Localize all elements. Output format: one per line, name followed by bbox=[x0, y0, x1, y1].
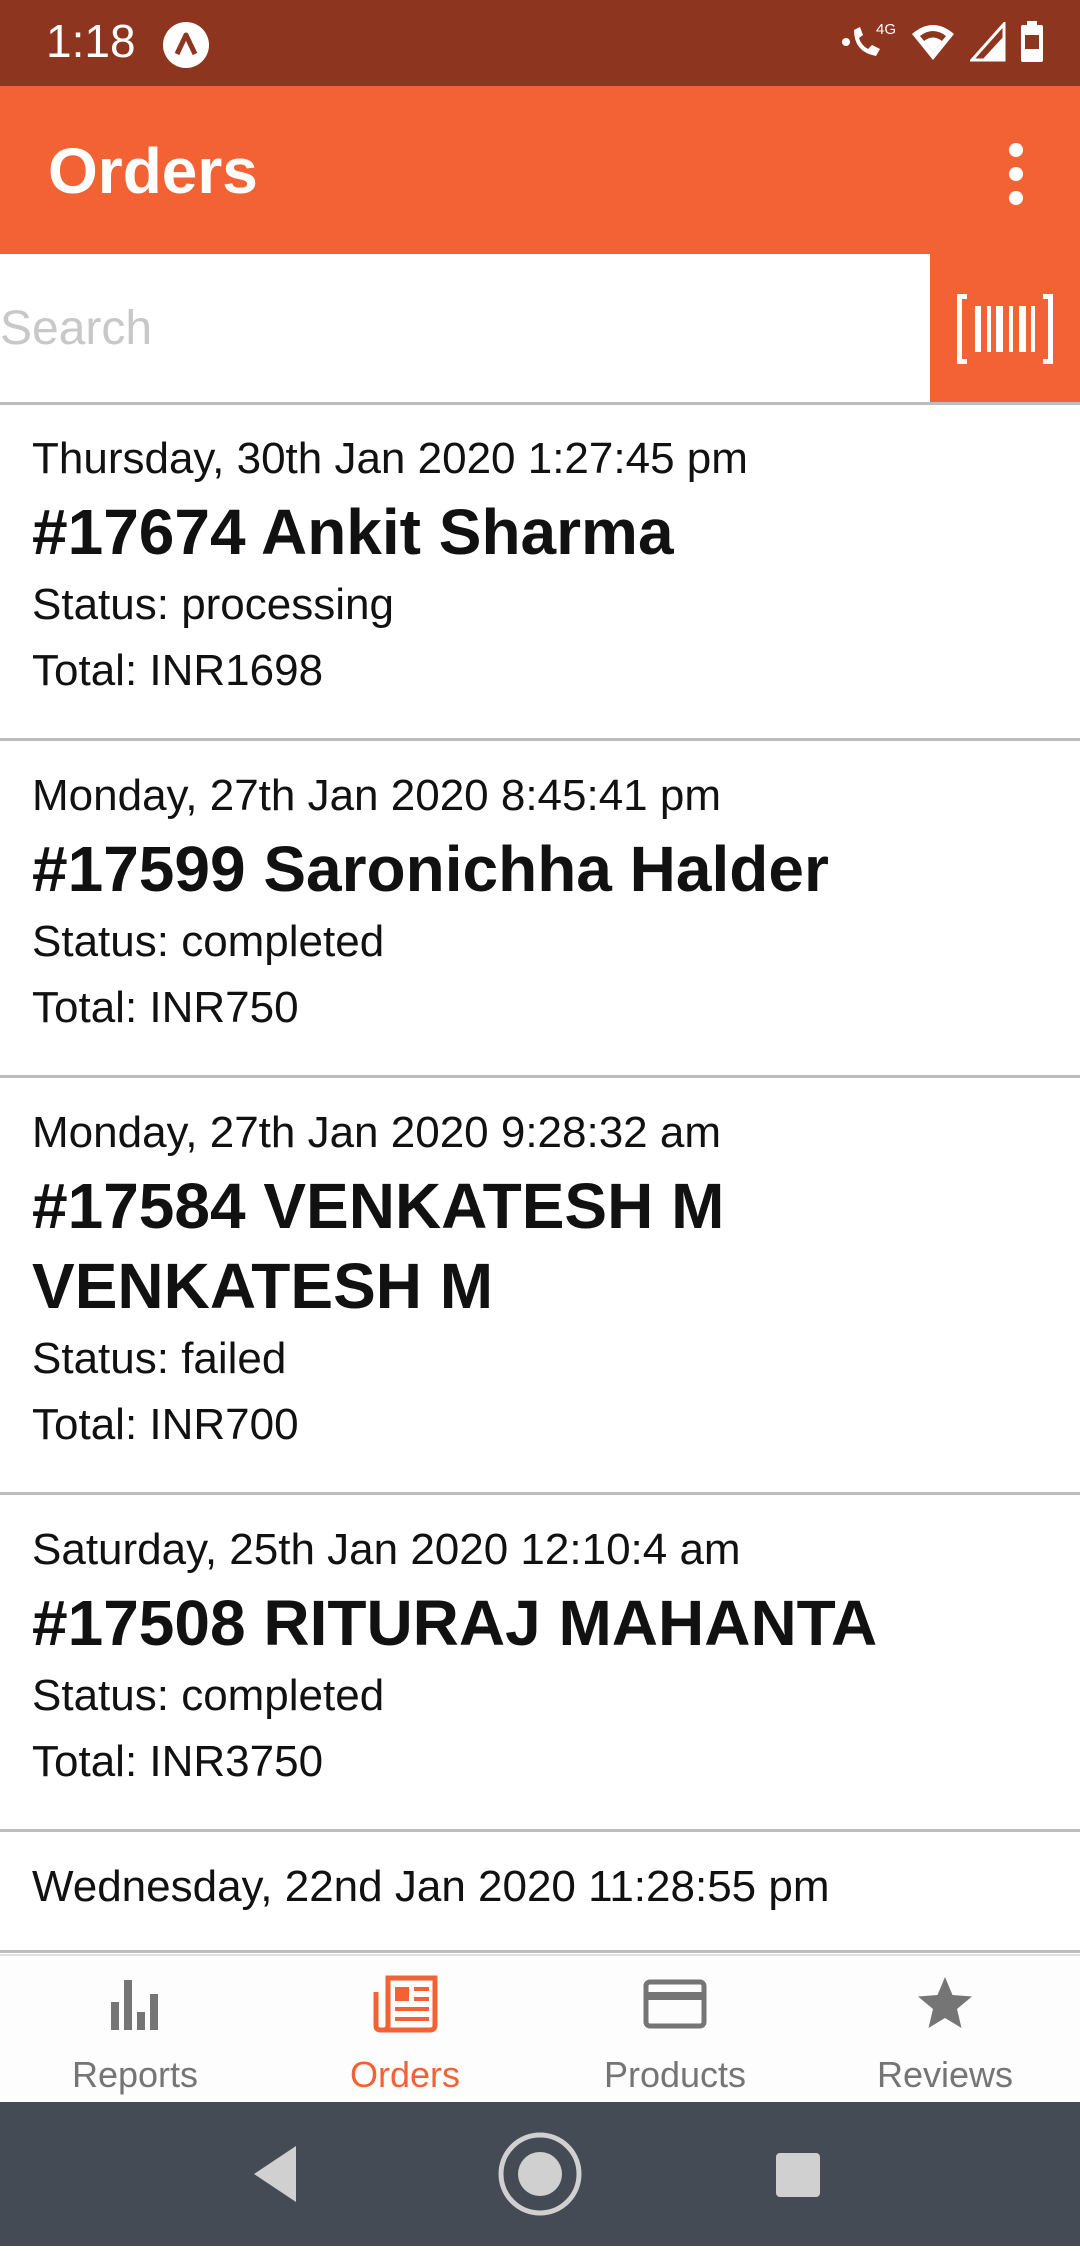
order-item[interactable]: Saturday, 25th Jan 2020 12:10:4 am #1750… bbox=[0, 1495, 1080, 1832]
order-total: Total: INR700 bbox=[32, 1400, 299, 1449]
search-input[interactable] bbox=[0, 254, 930, 402]
order-status: Status: failed bbox=[32, 1334, 287, 1383]
order-title: #17508 RITURAJ MAHANTA bbox=[32, 1587, 878, 1659]
order-item[interactable]: Wednesday, 22nd Jan 2020 11:28:55 pm bbox=[0, 1832, 1080, 1953]
order-total: Total: INR1698 bbox=[32, 646, 324, 695]
recents-icon[interactable] bbox=[776, 2153, 820, 2197]
order-status: Status: completed bbox=[32, 917, 385, 966]
nav-label: Reviews bbox=[876, 2054, 1014, 2095]
overflow-menu-icon[interactable] bbox=[976, 134, 1056, 214]
barcode-icon bbox=[957, 294, 1053, 364]
barcode-scan-button[interactable] bbox=[930, 254, 1080, 402]
nav-reports[interactable]: Reports bbox=[0, 1956, 270, 2104]
order-date: Monday, 27th Jan 2020 9:28:32 am bbox=[32, 1108, 722, 1157]
back-icon[interactable] bbox=[254, 2146, 296, 2202]
order-total: Total: INR3750 bbox=[32, 1737, 324, 1786]
nav-products[interactable]: Products bbox=[540, 1956, 810, 2104]
nav-label: Reports bbox=[71, 2054, 199, 2095]
order-list: Thursday, 30th Jan 2020 1:27:45 pm #1767… bbox=[0, 404, 1080, 1954]
order-item[interactable]: Thursday, 30th Jan 2020 1:27:45 pm #1767… bbox=[0, 404, 1080, 741]
orders-icon bbox=[373, 1975, 438, 2033]
system-navigation-bar bbox=[0, 2102, 1080, 2246]
order-date: Wednesday, 22nd Jan 2020 11:28:55 pm bbox=[32, 1862, 830, 1911]
page-title: Orders bbox=[48, 135, 258, 207]
signal-icon bbox=[968, 19, 1006, 67]
order-title: #17584 VENKATESH M VENKATESH M bbox=[32, 1170, 725, 1322]
order-date: Saturday, 25th Jan 2020 12:10:4 am bbox=[32, 1525, 741, 1574]
wifi-call-icon: 4G bbox=[840, 20, 896, 69]
nav-label: Products bbox=[603, 2054, 747, 2095]
order-date: Monday, 27th Jan 2020 8:45:41 pm bbox=[32, 771, 722, 820]
order-status: Status: completed bbox=[32, 1671, 385, 1720]
status-bar: 1:18 4G bbox=[0, 0, 1080, 86]
nav-reviews[interactable]: Reviews bbox=[810, 1956, 1080, 2104]
order-item[interactable]: Monday, 27th Jan 2020 8:45:41 pm #17599 … bbox=[0, 741, 1080, 1078]
star-icon bbox=[918, 1977, 972, 2028]
app-notification-icon bbox=[163, 22, 209, 68]
card-icon bbox=[643, 1979, 707, 2029]
nav-label: Orders bbox=[349, 2054, 461, 2095]
system-icons: 4G bbox=[840, 18, 1044, 70]
app-bar: Orders bbox=[0, 86, 1080, 254]
bottom-navigation: Reports Orders Products Reviews bbox=[0, 1954, 1080, 2104]
order-date: Thursday, 30th Jan 2020 1:27:45 pm bbox=[32, 434, 748, 483]
home-icon[interactable] bbox=[498, 2132, 582, 2216]
nav-orders[interactable]: Orders bbox=[270, 1956, 540, 2104]
wifi-icon bbox=[910, 22, 956, 67]
bar-chart-icon bbox=[111, 1980, 158, 2030]
search-bar bbox=[0, 254, 1080, 405]
battery-icon bbox=[1020, 20, 1044, 68]
network-type: 4G bbox=[876, 21, 896, 38]
order-total: Total: INR750 bbox=[32, 983, 299, 1032]
order-item[interactable]: Monday, 27th Jan 2020 9:28:32 am #17584 … bbox=[0, 1078, 1080, 1495]
order-title: #17674 Ankit Sharma bbox=[32, 496, 674, 568]
status-time: 1:18 bbox=[46, 15, 136, 67]
order-status: Status: processing bbox=[32, 580, 394, 629]
order-title: #17599 Saronichha Halder bbox=[32, 833, 829, 905]
